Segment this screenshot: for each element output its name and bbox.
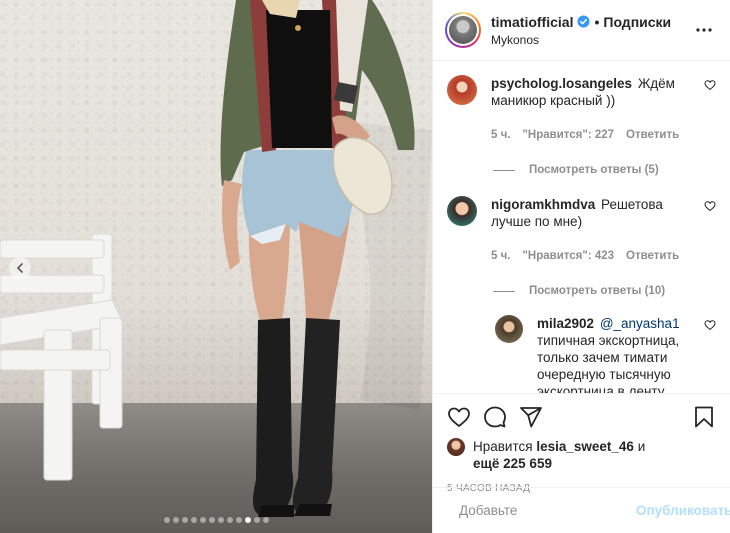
comment-text: типичная экскортница, только зачем тимат… [537,333,680,393]
like-comment-heart-icon[interactable] [704,200,716,212]
carousel-dot [208,517,215,523]
commenter-avatar[interactable] [447,196,477,226]
comments-list[interactable]: psycholog.losangeles Ждём маникюр красны… [433,61,730,393]
view-replies-button[interactable]: Посмотреть ответы (5) [493,164,716,176]
more-options-button[interactable] [692,18,716,42]
share-paper-plane-icon[interactable] [519,405,543,429]
comment-username[interactable]: mila2902 [537,316,594,331]
bookmark-icon[interactable] [692,405,716,429]
post-photo[interactable] [0,0,432,533]
action-icons-row [447,402,716,432]
comment-username[interactable]: psycholog.losangeles [491,76,632,91]
reply-item: mila2902 @_anyasha1 типичная экскортница… [495,315,716,393]
separator-bullet: • [594,13,600,30]
commenter-avatar[interactable] [447,75,477,105]
liked-by-user[interactable]: lesia_sweet_46 [536,439,634,454]
carousel-dot [235,517,242,523]
carousel-dot [190,517,197,523]
like-heart-icon[interactable] [447,405,471,429]
comment-time[interactable]: 5 ч. [491,127,510,144]
photo-illustration [0,0,432,518]
mention-link[interactable]: @_anyasha1 [600,316,680,331]
likes-summary: Нравится lesia_sweet_46 и ещё 225 659 [447,438,716,472]
comment-bubble-icon[interactable] [483,405,507,429]
reply-button[interactable]: Ответить [626,127,679,144]
comment-meta: 5 ч. "Нравится": 423 Ответить [491,248,694,265]
carousel-dot [244,517,251,523]
replies-divider [493,290,515,292]
liked-by-prefix: Нравится [473,439,533,454]
comment-time[interactable]: 5 ч. [491,248,510,265]
carousel-dot [217,517,224,523]
comment-username[interactable]: nigoramkhmdva [491,197,595,212]
carousel-indicator [0,517,432,523]
following-button[interactable]: Подписки [603,14,671,30]
likes-count[interactable]: ещё 225 659 [473,456,552,471]
comment-input[interactable] [459,503,636,518]
verified-badge-icon [577,15,591,28]
reply-button[interactable]: Ответить [626,248,679,265]
carousel-dot [181,517,188,523]
publish-button[interactable]: Опубликовать [636,503,730,518]
view-replies-button[interactable]: Посмотреть ответы (10) [493,285,716,297]
instagram-post-view: timatiofficial • Подписки Mykonos psycho… [0,0,730,533]
post-header: timatiofficial • Подписки Mykonos [433,0,730,61]
liked-by-and: и [637,439,646,454]
ellipsis-icon [696,28,712,32]
carousel-dot [199,517,206,523]
post-location[interactable]: Mykonos [491,33,692,47]
author-username[interactable]: timatiofficial [491,14,573,30]
view-replies-label: Посмотреть ответы (5) [529,164,659,176]
view-replies-label: Посмотреть ответы (10) [529,285,666,297]
like-comment-heart-icon[interactable] [704,79,716,91]
comment-meta: 5 ч. "Нравится": 227 Ответить [491,127,694,144]
post-sidebar: timatiofficial • Подписки Mykonos psycho… [432,0,730,533]
comment-item: psycholog.losangeles Ждём маникюр красны… [447,75,716,144]
comment-likes[interactable]: "Нравится": 423 [522,248,614,265]
carousel-dot [253,517,260,523]
like-comment-heart-icon[interactable] [704,319,716,331]
chevron-left-icon [17,263,23,273]
add-comment-bar: Опубликовать [433,487,730,533]
carousel-dot [172,517,179,523]
carousel-dot [262,517,269,523]
carousel-dot [163,517,170,523]
commenter-avatar[interactable] [495,315,523,343]
carousel-dot [226,517,233,523]
previous-slide-button[interactable] [9,257,31,279]
liker-avatar[interactable] [447,438,465,456]
comment-likes[interactable]: "Нравится": 227 [522,127,614,144]
comment-item: nigoramkhmdva Решетова лучше по мне) 5 ч… [447,196,716,265]
replies-divider [493,169,515,171]
author-avatar[interactable] [445,12,481,48]
